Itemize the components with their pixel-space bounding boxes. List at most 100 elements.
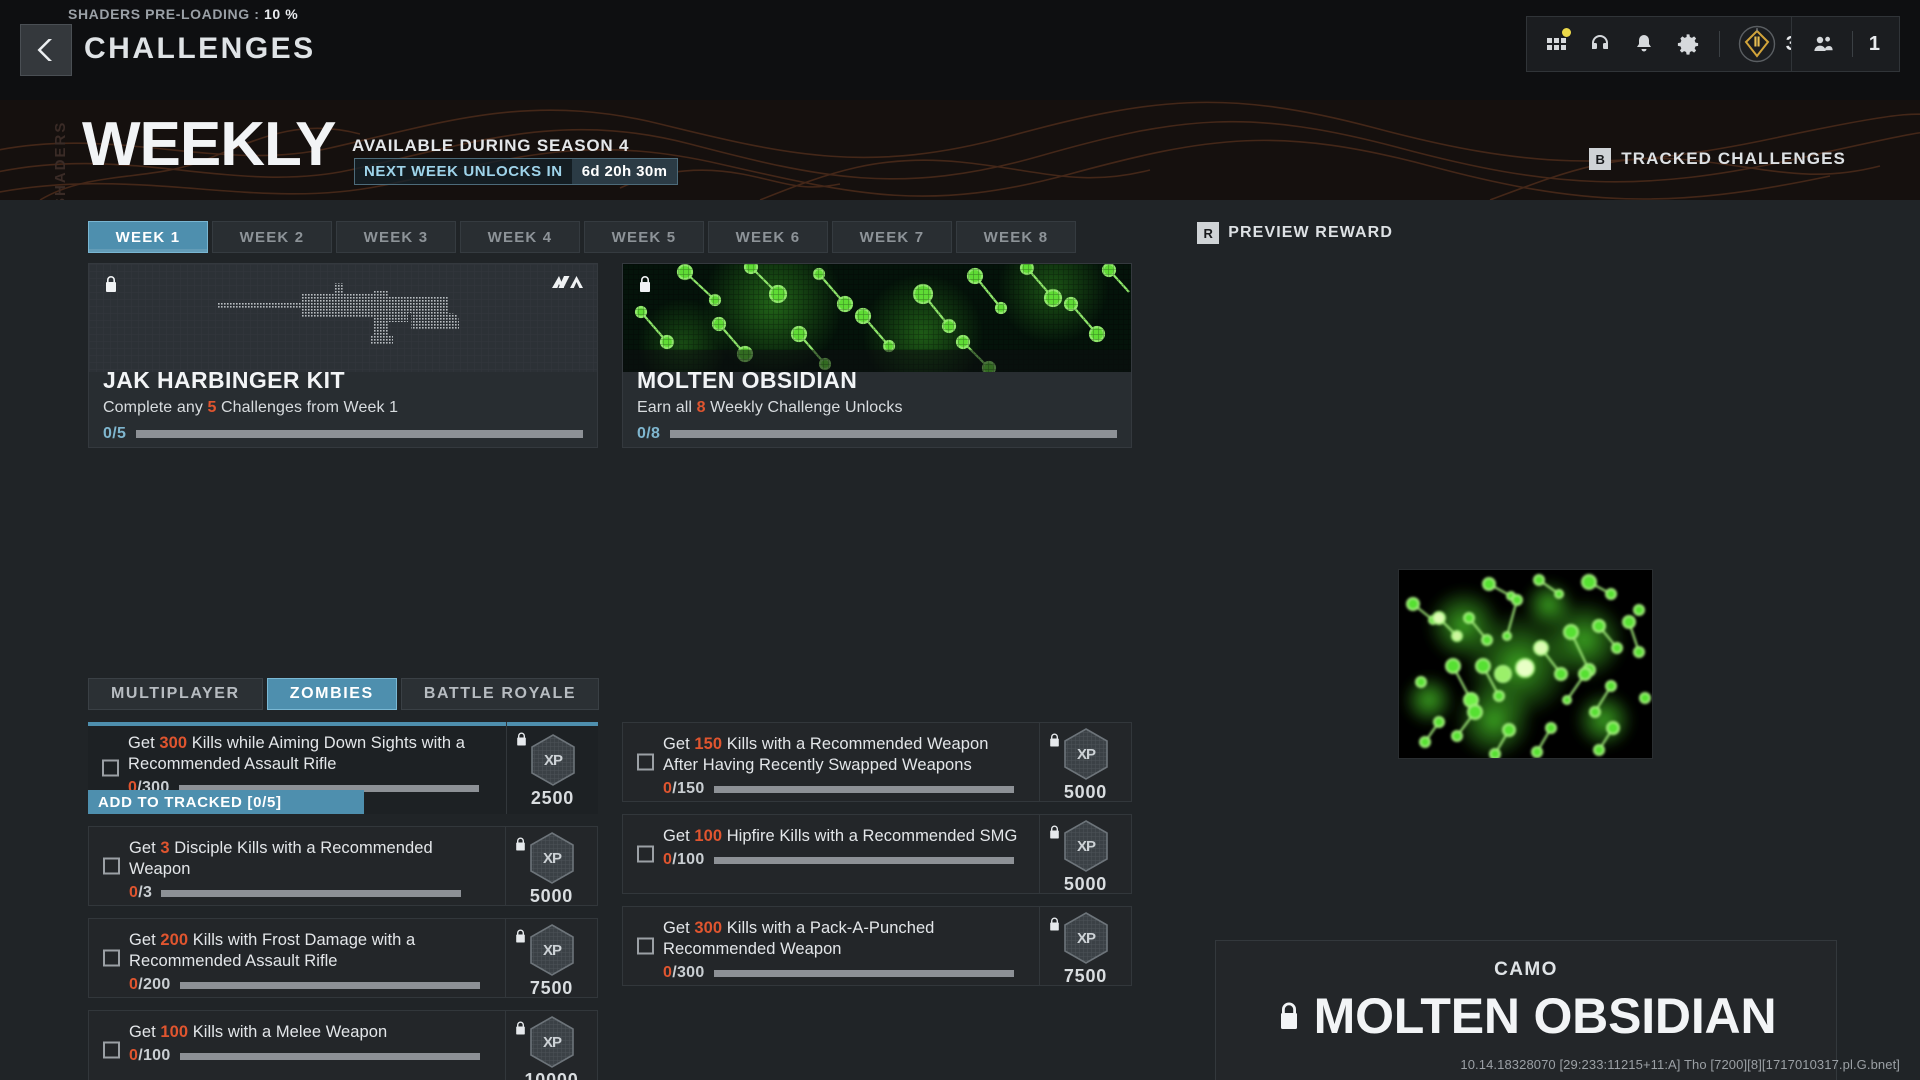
top-bar: SHADERS PRE-LOADING : 10 % CHALLENGES 1 xyxy=(0,0,1920,100)
challenge-item[interactable]: Get 100 Kills with a Melee Weapon 0/100 XP… xyxy=(88,1010,598,1080)
challenge-body: Get 200 Kills with Frost Damage with a R… xyxy=(89,919,505,997)
challenge-checkbox[interactable] xyxy=(102,759,119,777)
challenge-progress-bar xyxy=(179,1052,480,1060)
weapon-silhouette-icon xyxy=(89,264,597,372)
challenge-desc-pre: Get xyxy=(663,919,695,937)
challenge-progress: 0/100 xyxy=(129,1047,493,1065)
tracked-challenges-button[interactable]: B TRACKED CHALLENGES xyxy=(1589,148,1846,170)
chevron-left-icon xyxy=(37,39,52,61)
mode-tab-battle-royale[interactable]: BATTLE ROYALE xyxy=(400,678,600,710)
challenge-target-count: 300 xyxy=(694,919,723,937)
svg-text:XP: XP xyxy=(542,850,561,867)
challenge-progress: 0/100 xyxy=(663,851,1027,869)
reward-desc-post: Challenges from Week 1 xyxy=(216,399,399,416)
challenge-description: Get 100 Hipfire Kills with a Recommended… xyxy=(663,826,1027,847)
reward-lock-icon xyxy=(637,274,653,299)
mode-tab-label: BATTLE ROYALE xyxy=(423,685,577,702)
back-button[interactable] xyxy=(20,24,72,76)
camo-lock-icon xyxy=(1280,1002,1297,1029)
tracked-challenges-label: TRACKED CHALLENGES xyxy=(1621,149,1846,168)
challenge-progress-text: 0/300 xyxy=(663,964,705,982)
challenge-item[interactable]: Get 300 Kills while Aiming Down Sights w… xyxy=(88,722,598,814)
molten-obsidian-preview xyxy=(1399,570,1652,758)
challenge-checkbox[interactable] xyxy=(637,753,654,771)
preview-reward-button[interactable]: R PREVIEW REWARD xyxy=(1197,222,1393,244)
challenge-target-count: 200 xyxy=(160,931,189,949)
party-divider xyxy=(1851,31,1853,57)
week-tab-1[interactable]: WEEK 1 xyxy=(88,221,208,253)
next-week-countdown: NEXT WEEK UNLOCKS IN 6d 20h 30m xyxy=(354,158,679,185)
reward-card-weapon-kit[interactable]: JAK HARBINGER KIT Complete any 5 Challen… xyxy=(88,263,598,448)
mode-tab-zombies[interactable]: ZOMBIES xyxy=(266,678,397,710)
week-tab-8[interactable]: WEEK 8 xyxy=(956,221,1076,253)
apps-grid-icon[interactable] xyxy=(1543,28,1571,57)
challenge-item[interactable]: Get 300 Kills with a Pack-A-Punched Reco… xyxy=(622,906,1132,986)
challenge-description: Get 150 Kills with a Recommended Weapon … xyxy=(663,734,1027,776)
challenge-body: Get 100 Hipfire Kills with a Recommended… xyxy=(623,815,1039,893)
camo-name: MOLTEN OBSIDIAN xyxy=(1313,988,1777,1044)
reward-progress-bar xyxy=(136,430,583,438)
party-tray[interactable]: 1 xyxy=(1790,16,1900,72)
week-tab-label: WEEK 6 xyxy=(735,228,801,246)
challenge-progress-current: 0 xyxy=(663,964,673,982)
challenge-checkbox[interactable] xyxy=(103,949,120,967)
challenge-item[interactable]: Get 150 Kills with a Recommended Weapon … xyxy=(622,722,1132,802)
svg-text:XP: XP xyxy=(1076,746,1095,763)
challenge-checkbox[interactable] xyxy=(103,857,120,875)
xp-badge-icon: XP xyxy=(1063,911,1109,964)
reward-progress-text: 0/5 xyxy=(103,425,127,442)
mode-tab-label: MULTIPLAYER xyxy=(111,685,240,702)
reward-description: Earn all 8 Weekly Challenge Unlocks xyxy=(637,399,903,417)
challenge-checkbox[interactable] xyxy=(637,937,654,955)
xp-badge-icon: XP xyxy=(529,1015,575,1068)
notification-dot xyxy=(1561,28,1571,37)
reward-desc-count: 8 xyxy=(696,399,706,416)
challenge-lock-icon xyxy=(514,836,527,857)
reward-desc-pre: Earn all xyxy=(637,399,697,416)
svg-text:XP: XP xyxy=(1076,930,1095,947)
challenge-target-count: 300 xyxy=(159,734,188,752)
challenge-progress-text: 0/3 xyxy=(129,884,152,902)
challenge-progress-current: 0 xyxy=(129,884,139,902)
challenge-progress-current: 0 xyxy=(663,780,673,798)
bell-icon[interactable] xyxy=(1631,31,1657,57)
challenge-lock-icon xyxy=(514,928,527,949)
challenge-description: Get 100 Kills with a Melee Weapon xyxy=(129,1022,493,1043)
camo-title-row: MOLTEN OBSIDIAN xyxy=(1216,991,1836,1041)
challenge-item[interactable]: Get 100 Hipfire Kills with a Recommended… xyxy=(622,814,1132,894)
gear-icon[interactable] xyxy=(1675,31,1701,57)
party-members-icon xyxy=(1810,31,1836,57)
reward-weapon-art xyxy=(89,264,597,372)
challenge-progress: 0/300 xyxy=(663,964,1027,982)
challenge-body: Get 100 Kills with a Melee Weapon 0/100 xyxy=(89,1011,505,1080)
challenge-progress-target: /150 xyxy=(672,780,705,798)
shaders-watermark: SHADERS xyxy=(52,120,69,200)
challenge-item[interactable]: Get 3 Disciple Kills with a Recommended … xyxy=(88,826,598,906)
challenge-xp-amount: 5000 xyxy=(1063,873,1108,894)
add-to-tracked-button[interactable]: ADD TO TRACKED [0/5] xyxy=(88,790,364,814)
challenge-desc-post: Kills with a Melee Weapon xyxy=(188,1023,388,1041)
challenge-xp-reward: XP 5000 xyxy=(1039,815,1131,894)
week-tab-label: WEEK 1 xyxy=(115,228,181,246)
challenge-checkbox[interactable] xyxy=(103,1041,120,1059)
challenge-progress-current: 0 xyxy=(663,851,673,869)
xp-badge-icon: XP xyxy=(529,923,575,976)
week-tab-label: WEEK 2 xyxy=(239,228,305,246)
challenge-progress: 0/3 xyxy=(129,884,493,902)
week-tab-3[interactable]: WEEK 3 xyxy=(336,221,456,253)
week-tab-7[interactable]: WEEK 7 xyxy=(832,221,952,253)
mode-tab-multiplayer[interactable]: MULTIPLAYER xyxy=(88,678,263,710)
countdown-label: NEXT WEEK UNLOCKS IN xyxy=(364,163,563,180)
week-tab-2[interactable]: WEEK 2 xyxy=(212,221,332,253)
challenge-desc-pre: Get xyxy=(663,827,695,845)
challenge-checkbox[interactable] xyxy=(637,845,654,863)
headphones-icon[interactable] xyxy=(1587,31,1613,57)
xp-badge-icon: XP xyxy=(529,831,575,884)
week-tab-4[interactable]: WEEK 4 xyxy=(460,221,580,253)
season-availability: AVAILABLE DURING SEASON 4 xyxy=(352,136,630,155)
week-tab-6[interactable]: WEEK 6 xyxy=(708,221,828,253)
week-tab-5[interactable]: WEEK 5 xyxy=(584,221,704,253)
rank-badge-icon xyxy=(1738,25,1776,63)
reward-card-camo[interactable]: MOLTEN OBSIDIAN Earn all 8 Weekly Challe… xyxy=(622,263,1132,448)
challenge-item[interactable]: Get 200 Kills with Frost Damage with a R… xyxy=(88,918,598,998)
